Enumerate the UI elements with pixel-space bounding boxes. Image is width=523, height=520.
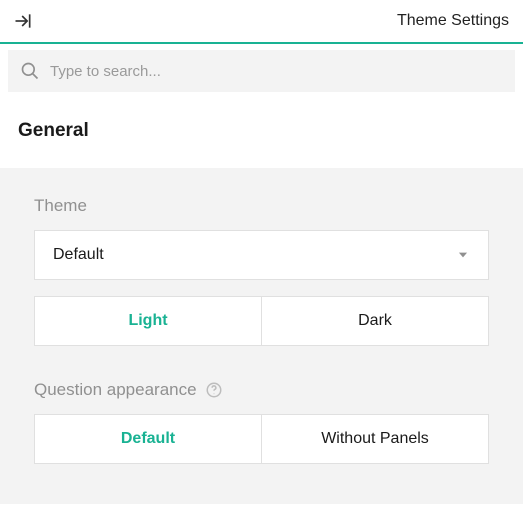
theme-dropdown[interactable]: Default — [34, 230, 489, 280]
theme-label-text: Theme — [34, 196, 87, 216]
help-icon[interactable] — [205, 381, 223, 399]
question-appearance-default-label: Default — [121, 430, 175, 448]
theme-mode-dark[interactable]: Dark — [262, 296, 489, 346]
theme-dropdown-value: Default — [53, 246, 104, 264]
theme-mode-toggle: Light Dark — [34, 296, 489, 346]
section-title-general: General — [0, 98, 523, 168]
question-appearance-without-panels-label: Without Panels — [321, 430, 429, 448]
chevron-down-icon — [456, 248, 470, 262]
search-icon — [20, 61, 40, 81]
question-appearance-default[interactable]: Default — [34, 414, 262, 464]
field-label-question-appearance: Question appearance — [34, 380, 489, 400]
question-appearance-without-panels[interactable]: Without Panels — [262, 414, 489, 464]
collapse-panel-icon[interactable] — [12, 10, 34, 32]
question-appearance-toggle: Default Without Panels — [34, 414, 489, 464]
header: Theme Settings — [0, 0, 523, 42]
field-question-appearance: Question appearance Default Without Pane… — [34, 380, 489, 464]
theme-mode-light[interactable]: Light — [34, 296, 262, 346]
theme-mode-dark-label: Dark — [358, 312, 392, 330]
field-theme: Theme Default Light Dark — [34, 196, 489, 346]
field-label-theme: Theme — [34, 196, 489, 216]
search-box[interactable] — [8, 50, 515, 92]
question-appearance-label-text: Question appearance — [34, 380, 197, 400]
theme-mode-light-label: Light — [128, 312, 167, 330]
panel-title: Theme Settings — [397, 12, 509, 30]
settings-panel: Theme Default Light Dark Question appear… — [0, 168, 523, 504]
search-row — [0, 42, 523, 98]
search-input[interactable] — [50, 63, 503, 80]
